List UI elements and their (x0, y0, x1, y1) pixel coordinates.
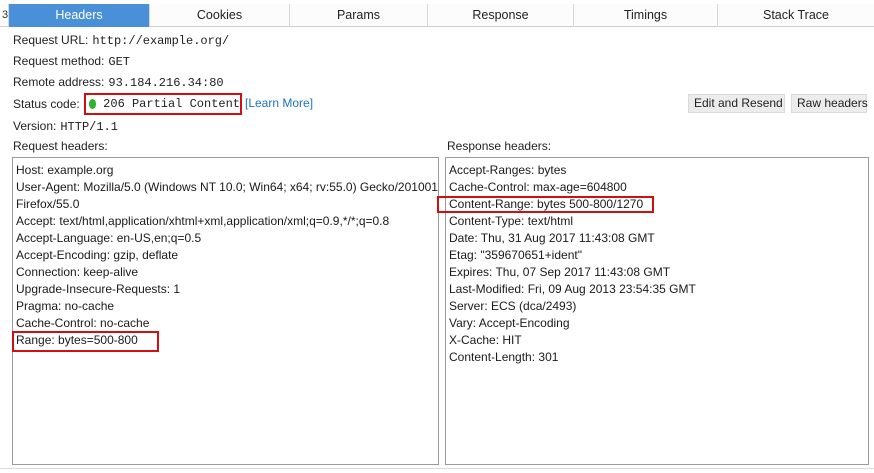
response-header-line: Date: Thu, 31 Aug 2017 11:43:08 GMT (449, 231, 655, 245)
status-code-highlight: 206 Partial Content (84, 93, 242, 115)
bottom-divider (0, 468, 874, 469)
request-method-value: GET (108, 55, 130, 69)
response-header-line: Cache-Control: max-age=604800 (449, 180, 627, 194)
edit-and-resend-button[interactable]: Edit and Resend (688, 94, 785, 113)
request-header-line-range: Range: bytes=500-800 (16, 333, 138, 347)
response-header-line: Content-Length: 301 (449, 350, 559, 364)
request-header-line: Cache-Control: no-cache (16, 316, 150, 330)
version-row: Version: HTTP/1.1 (13, 118, 118, 134)
request-method-label: Request method: (13, 54, 105, 68)
request-header-line: Accept: text/html,application/xhtml+xml,… (16, 214, 390, 228)
tab-params[interactable]: Params (290, 4, 428, 27)
request-header-line: Upgrade-Insecure-Requests: 1 (16, 282, 181, 296)
status-ok-icon (89, 99, 97, 109)
remote-address-row: Remote address: 93.184.216.34:80 (13, 74, 224, 90)
tab-overflow-stub[interactable]: 3 (0, 4, 9, 27)
request-header-line: Accept-Encoding: gzip, deflate (16, 248, 179, 262)
request-header-line: User-Agent: Mozilla/5.0 (Windows NT 10.0… (16, 180, 439, 194)
tab-response[interactable]: Response (428, 4, 574, 27)
response-header-line: Server: ECS (dca/2493) (449, 299, 577, 313)
tab-cookies[interactable]: Cookies (150, 4, 290, 27)
response-header-line: Expires: Thu, 07 Sep 2017 11:43:08 GMT (449, 265, 671, 279)
tab-bar: 3 Headers Cookies Params Response Timing… (0, 4, 874, 27)
request-header-line: Firefox/55.0 (16, 197, 80, 211)
request-header-line: Host: example.org (16, 163, 114, 177)
response-header-line: Etag: "359670651+ident" (449, 248, 582, 262)
response-headers-panel[interactable]: Accept-Ranges: bytes Cache-Control: max-… (445, 157, 869, 465)
response-header-line-content-range: Content-Range: bytes 500-800/1270 (449, 197, 644, 211)
request-header-line: Pragma: no-cache (16, 299, 115, 313)
learn-more-link[interactable]: [Learn More] (245, 95, 313, 111)
response-header-line: Content-Type: text/html (449, 214, 574, 228)
request-url-value: http://example.org/ (92, 34, 230, 48)
version-label: Version: (13, 119, 57, 133)
request-headers-label: Request headers: (13, 139, 108, 153)
remote-address-label: Remote address: (13, 75, 105, 89)
status-code-row: Status code: (13, 96, 80, 112)
tab-timings[interactable]: Timings (574, 4, 718, 27)
request-method-row: Request method: GET (13, 53, 130, 69)
request-headers-panel[interactable]: Host: example.org User-Agent: Mozilla/5.… (12, 157, 439, 465)
request-url-label: Request URL: (13, 33, 89, 47)
request-url-row: Request URL: http://example.org/ (13, 32, 229, 48)
version-value: HTTP/1.1 (60, 120, 118, 134)
response-header-line: X-Cache: HIT (449, 333, 522, 347)
response-header-line: Accept-Ranges: bytes (449, 163, 567, 177)
response-header-line: Last-Modified: Fri, 09 Aug 2013 23:54:35… (449, 282, 696, 296)
request-header-line: Accept-Language: en-US,en;q=0.5 (16, 231, 202, 245)
response-headers-label: Response headers: (447, 139, 552, 153)
request-header-line: Connection: keep-alive (16, 265, 139, 279)
tab-stack-trace[interactable]: Stack Trace (718, 4, 874, 27)
tab-headers[interactable]: Headers (9, 4, 150, 27)
remote-address-value: 93.184.216.34:80 (108, 76, 224, 90)
response-header-line: Vary: Accept-Encoding (449, 316, 570, 330)
status-code-label: Status code: (13, 97, 80, 111)
status-code-value: 206 Partial Content (103, 97, 240, 111)
raw-headers-button[interactable]: Raw headers (791, 94, 868, 113)
